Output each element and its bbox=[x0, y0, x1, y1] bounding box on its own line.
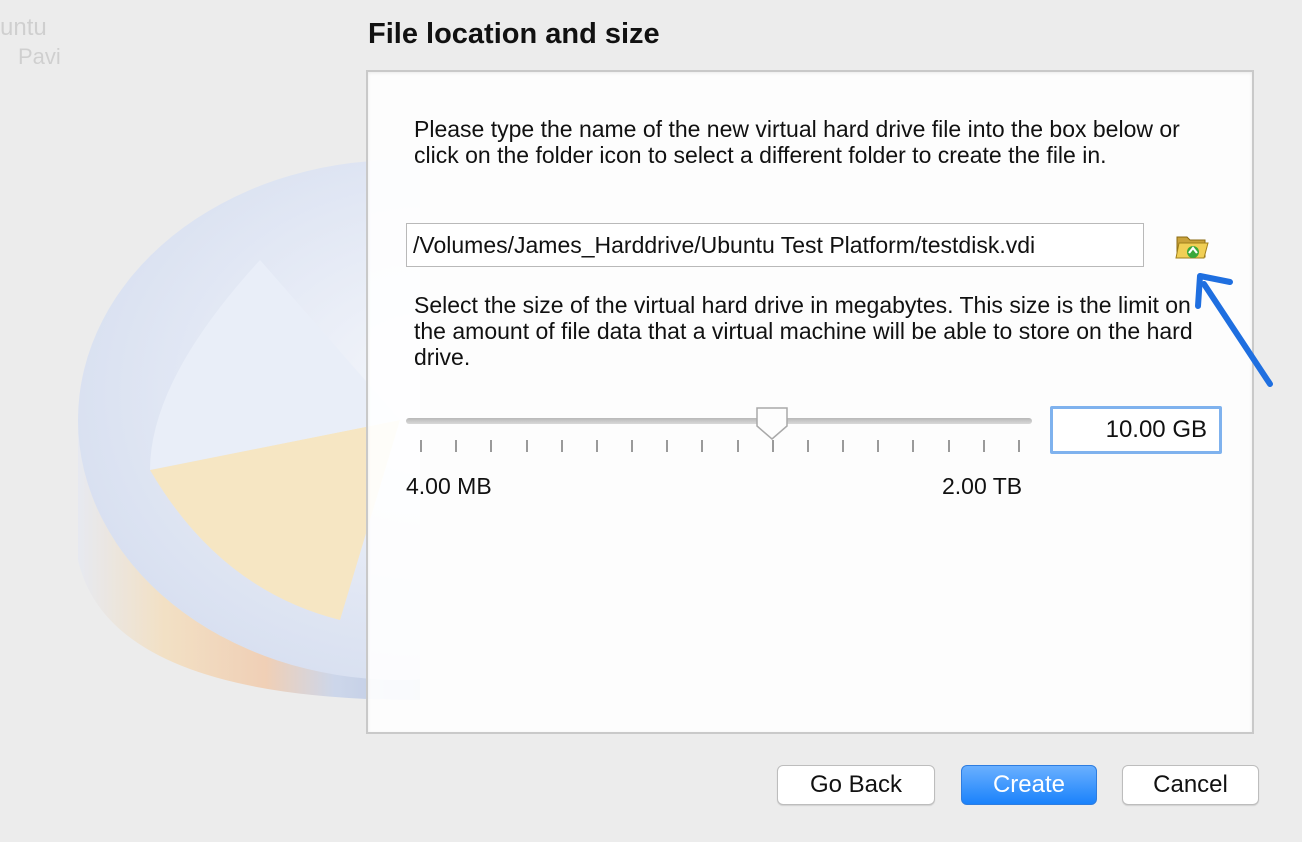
background-ghost-text: Pavi bbox=[18, 44, 61, 69]
slider-tick bbox=[877, 440, 880, 452]
slider-tick bbox=[947, 440, 950, 452]
create-button[interactable]: Create bbox=[961, 765, 1097, 805]
slider-tick bbox=[912, 440, 915, 452]
size-slider[interactable]: 4.00 MB 2.00 TB bbox=[406, 406, 1036, 499]
slider-tick bbox=[771, 440, 774, 452]
dialog-title: File location and size bbox=[368, 18, 660, 50]
choose-folder-button[interactable] bbox=[1172, 226, 1212, 266]
slider-tick bbox=[525, 440, 528, 452]
slider-ticks bbox=[420, 440, 1020, 454]
slider-tick bbox=[842, 440, 845, 452]
slider-tick bbox=[982, 440, 985, 452]
background-ghost-text: untu bbox=[0, 14, 47, 41]
slider-tick bbox=[1017, 440, 1020, 452]
hard-disk-artwork bbox=[78, 160, 420, 700]
file-location-instructions: Please type the name of the new virtual … bbox=[414, 116, 1180, 168]
slider-track[interactable] bbox=[406, 418, 1032, 424]
slider-max-label: 2.00 TB bbox=[942, 473, 1023, 499]
slider-tick bbox=[666, 440, 669, 452]
slider-tick bbox=[490, 440, 493, 452]
file-size-instructions: Select the size of the virtual hard driv… bbox=[414, 292, 1193, 370]
file-path-input[interactable] bbox=[406, 223, 1144, 267]
size-input[interactable] bbox=[1050, 406, 1222, 454]
slider-tick bbox=[631, 440, 634, 452]
slider-tick bbox=[560, 440, 563, 452]
file-location-panel: Please type the name of the new virtual … bbox=[366, 70, 1254, 734]
slider-tick bbox=[701, 440, 704, 452]
cancel-button[interactable]: Cancel bbox=[1122, 765, 1259, 805]
slider-tick bbox=[455, 440, 458, 452]
slider-tick bbox=[420, 440, 422, 452]
slider-thumb[interactable] bbox=[755, 406, 789, 440]
slider-tick bbox=[595, 440, 598, 452]
slider-tick bbox=[736, 440, 739, 452]
slider-min-label: 4.00 MB bbox=[406, 473, 492, 499]
folder-open-icon bbox=[1175, 236, 1209, 259]
slider-tick bbox=[806, 440, 809, 452]
go-back-button[interactable]: Go Back bbox=[777, 765, 935, 805]
